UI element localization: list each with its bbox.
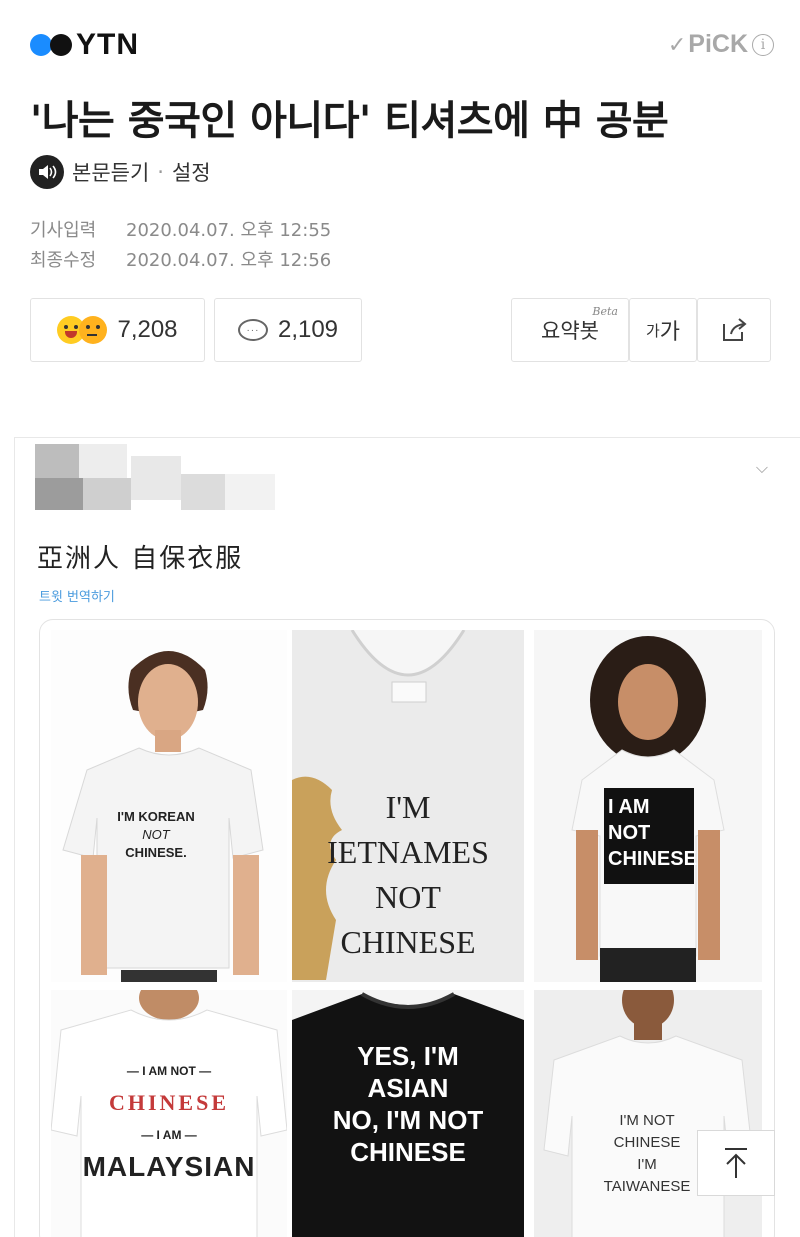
shirt-line: NOT [142,827,170,842]
modified-label: 최종수정 [30,250,97,271]
scroll-top-icon [725,1148,747,1178]
listen-bar: 본문듣기 · 설정 [30,155,211,189]
ytn-logo[interactable]: YTN [30,28,139,62]
published-value: 2020.04.07. 오후 12:55 [126,220,332,241]
article-dates: 기사입력 2020.04.07. 오후 12:55 최종수정 2020.04.07.… [30,216,331,276]
published-label: 기사입력 [30,220,97,241]
shirt-line: I'M NOT [619,1112,675,1129]
shirt-photo-korean[interactable]: I'M KOREAN NOT CHINESE. [51,630,287,982]
shirt-line: NOT [375,879,441,915]
font-small-glyph: 가 [645,322,660,340]
info-icon[interactable]: i [752,33,774,56]
shirt-line: CHINESE [350,1137,466,1167]
modified-row: 최종수정 2020.04.07. 오후 12:56 [30,246,331,276]
shirt-photo-asian[interactable]: YES, I'M ASIAN NO, I'M NOT CHINESE [292,990,524,1237]
top-bar: YTN ✓ PiCK i [0,0,800,80]
article-title: '나는 중국인 아니다' 티셔츠에 中 공분 [30,98,669,144]
shirt-line: I'M [637,1156,657,1173]
font-large-glyph: 가 [659,319,681,344]
action-bar: 7,208 ··· 2,109 요약봇 Beta 가가 [0,298,800,362]
share-button[interactable] [697,298,771,362]
separator: · [157,160,164,184]
shirt-text-not-chinese: I AM NOT CHINESE [604,788,697,884]
tweet-text: 亞洲人 自保衣服 [37,544,244,574]
shirt-line: CHINESE [613,1134,681,1151]
shirt-text-vietnamese: I'M IETNAMES NOT CHINESE [292,785,524,965]
check-icon: ✓ [667,31,687,57]
summary-label: 요약봇 [541,320,599,343]
published-row: 기사입력 2020.04.07. 오후 12:55 [30,216,331,246]
shirt-line: CHINESE. [125,845,187,860]
font-size-button[interactable]: 가가 [629,298,697,362]
comments-button[interactable]: ··· 2,109 [214,298,362,362]
shirt-line: NO, I'M NOT [332,1105,484,1135]
shirt-line: — I AM NOT — [126,1064,212,1078]
shirt-line: NOT [608,822,651,844]
shirt-line: ASIAN [367,1073,449,1103]
shirt-line: CHINESE [108,1090,230,1115]
settings-link[interactable]: 설정 [172,157,211,187]
shirt-line: MALAYSIAN [82,1151,256,1182]
shirt-line: I'M [385,789,431,825]
comment-bubble-icon: ··· [237,319,268,341]
shirt-text-asian: YES, I'M ASIAN NO, I'M NOT CHINESE [292,1040,524,1168]
shirt-line: CHINESE [340,924,476,960]
logo-dot-black [50,34,72,56]
summary-bot-button[interactable]: 요약봇 Beta [511,298,629,362]
shirt-photo-vietnamese[interactable]: I'M IETNAMES NOT CHINESE [292,630,524,982]
logo-dot-blue [30,34,52,56]
embedded-tweet: ⌵ 亞洲人 自保衣服 트윗 번역하기 I'M KOREAN NOT CHINES… [14,437,800,1237]
pick-label: PiCK [688,30,748,58]
pick-badge[interactable]: ✓ PiCK i [668,30,774,59]
blurred-username [35,444,275,510]
shirt-photo-korean-illustration [62,651,264,982]
reactions-count: 7,208 [117,316,178,343]
brand-name: YTN [76,28,139,61]
tweet-image-grid[interactable]: I'M KOREAN NOT CHINESE. I'M IETNAMES NOT… [39,619,775,1237]
modified-value: 2020.04.07. 오후 12:56 [126,250,332,271]
shirt-line: CHINESE [608,848,697,870]
shirt-photo-malaysian[interactable]: — I AM NOT — CHINESE — I AM — MALAYSIAN [51,990,287,1237]
shirt-line: TAIWANESE [603,1178,691,1195]
scroll-top-button[interactable] [697,1130,775,1196]
comments-count: 2,109 [277,316,339,343]
shirt-line: YES, I'M [357,1041,459,1071]
shirt-photo-taiwanese[interactable]: I'M NOT CHINESE I'M TAIWANESE [534,990,762,1237]
speaker-icon[interactable] [30,155,64,189]
share-icon [723,318,747,341]
shirt-line: IETNAMES [327,834,489,870]
shirt-text-korean: I'M KOREAN NOT CHINESE. [101,808,211,862]
shirt-text-taiwanese: I'M NOT CHINESE I'M TAIWANESE [592,1110,702,1198]
translate-link[interactable]: 트윗 번역하기 [39,586,115,605]
shirt-line: — I AM — [141,1128,197,1142]
shirt-photo-woman[interactable]: I AM NOT CHINESE [534,630,762,982]
shirt-text-malaysian: — I AM NOT — CHINESE — I AM — MALAYSIAN [79,1055,259,1183]
listen-button[interactable]: 본문듣기 [72,157,149,187]
shirt-line: I'M KOREAN [117,809,195,824]
reactions-button[interactable]: 7,208 [30,298,205,362]
chevron-down-icon[interactable]: ⌵ [756,458,768,478]
beta-badge: Beta [592,305,618,318]
emoji-sad-icon [79,316,108,344]
shirt-line: I AM [608,796,650,818]
